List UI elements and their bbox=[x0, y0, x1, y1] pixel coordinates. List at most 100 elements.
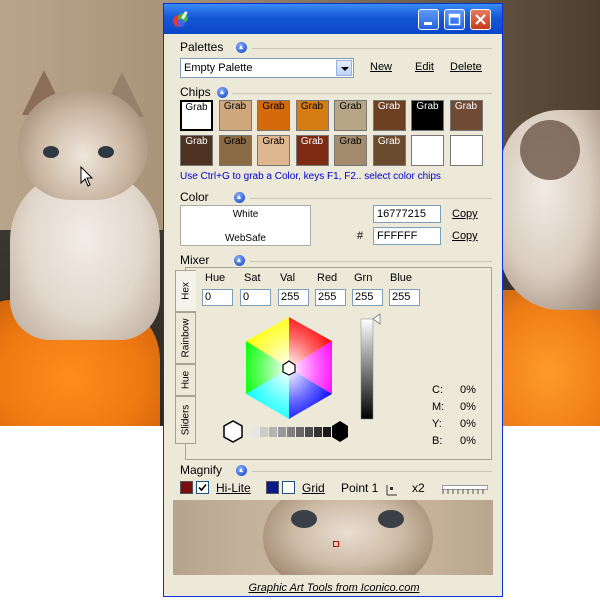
value-slider[interactable] bbox=[360, 318, 374, 420]
palette-select-value: Empty Palette bbox=[184, 62, 253, 74]
chip-grab-label: Grab bbox=[377, 136, 401, 147]
cat-right-patch bbox=[520, 120, 580, 180]
tab-hex[interactable]: Hex bbox=[175, 270, 196, 312]
color-chip[interactable]: Grab bbox=[257, 100, 290, 131]
color-chip[interactable]: Grab bbox=[180, 100, 213, 131]
tab-hue[interactable]: Hue bbox=[175, 364, 196, 396]
color-chip[interactable]: Grab bbox=[218, 135, 252, 166]
color-chip[interactable]: Grab bbox=[334, 135, 367, 166]
zoom-label: x2 bbox=[412, 481, 425, 495]
color-chip[interactable]: Grab bbox=[295, 100, 329, 131]
magnifier-view[interactable] bbox=[173, 500, 493, 575]
magnified-cat-eye bbox=[378, 510, 404, 528]
color-chip[interactable]: Grab bbox=[449, 100, 483, 131]
maximize-icon bbox=[448, 13, 461, 26]
hex-selection-marker[interactable] bbox=[282, 360, 296, 376]
checkmark-icon bbox=[198, 483, 207, 492]
color-name: White bbox=[232, 209, 259, 220]
color-chip[interactable]: Grab bbox=[295, 135, 329, 166]
chips-collapse-icon[interactable] bbox=[217, 87, 228, 98]
minimize-button[interactable] bbox=[418, 9, 439, 30]
hilite-checkbox[interactable] bbox=[196, 481, 209, 494]
val-input[interactable]: 255 bbox=[278, 289, 309, 306]
hex-color-picker[interactable] bbox=[209, 309, 389, 459]
sat-label: Sat bbox=[244, 272, 261, 284]
point-size-icon[interactable] bbox=[386, 482, 400, 496]
chip-grab-label: Grab bbox=[300, 101, 324, 112]
app-palette-icon bbox=[173, 11, 188, 27]
cmyk-m-label: M: bbox=[432, 401, 445, 413]
color-hex-field[interactable]: FFFFFF bbox=[373, 227, 441, 245]
copy-decimal-button[interactable]: Copy bbox=[452, 208, 478, 220]
maximize-button[interactable] bbox=[444, 9, 465, 30]
footer-link[interactable]: Graphic Art Tools from Iconico.com bbox=[174, 582, 494, 596]
grayscale-ramp[interactable] bbox=[251, 427, 331, 437]
grn-label: Grn bbox=[354, 272, 373, 284]
chip-grab-label: Grab bbox=[339, 101, 362, 112]
color-chip[interactable] bbox=[411, 135, 444, 166]
chips-hint: Use Ctrl+G to grab a Color, keys F1, F2.… bbox=[180, 171, 441, 182]
tab-sliders[interactable]: Sliders bbox=[175, 396, 196, 444]
mixer-label: Mixer bbox=[180, 253, 210, 267]
chip-grab-label: Grab bbox=[454, 101, 478, 112]
grid-color-swatch[interactable] bbox=[266, 481, 279, 494]
palette-select[interactable]: Empty Palette bbox=[180, 58, 354, 78]
close-button[interactable] bbox=[470, 9, 491, 30]
hilite-color-swatch[interactable] bbox=[180, 481, 193, 494]
red-input[interactable]: 255 bbox=[315, 289, 346, 306]
color-collapse-icon[interactable] bbox=[234, 192, 245, 203]
cmyk-c-value: 0% bbox=[460, 384, 476, 396]
palettes-collapse-icon[interactable] bbox=[236, 42, 247, 53]
close-icon bbox=[475, 14, 486, 25]
hue-label: Hue bbox=[205, 272, 226, 284]
color-chip[interactable]: Grab bbox=[257, 135, 290, 166]
edit-palette-button[interactable]: Edit bbox=[415, 61, 434, 73]
white-hex-swatch[interactable] bbox=[223, 420, 243, 443]
color-preview-swatch: White WebSafe bbox=[180, 205, 311, 246]
color-chip[interactable] bbox=[449, 135, 483, 166]
delete-palette-button[interactable]: Delete bbox=[450, 61, 482, 73]
grn-input[interactable]: 255 bbox=[352, 289, 383, 306]
mixer-frame bbox=[250, 261, 492, 262]
value-slider-handle[interactable] bbox=[372, 313, 381, 325]
red-label: Red bbox=[317, 272, 338, 284]
mixer-collapse-icon[interactable] bbox=[234, 255, 245, 266]
blue-input[interactable]: 255 bbox=[389, 289, 420, 306]
chip-grab-label: Grab bbox=[262, 136, 285, 147]
copy-hex-button[interactable]: Copy bbox=[452, 230, 478, 242]
color-chip[interactable]: Grab bbox=[180, 135, 213, 166]
chip-grab-label: Grab bbox=[339, 136, 362, 147]
orange-rug-right bbox=[500, 290, 600, 426]
chevron-down-icon[interactable] bbox=[336, 60, 352, 76]
color-label: Color bbox=[180, 190, 209, 204]
magnifier-hilite-marker bbox=[333, 541, 339, 547]
new-palette-button[interactable]: New bbox=[370, 61, 392, 73]
point-label: Point 1 bbox=[341, 481, 379, 495]
color-chip[interactable]: Grab bbox=[372, 135, 406, 166]
sat-input[interactable]: 0 bbox=[240, 289, 271, 306]
color-decimal-field[interactable]: 16777215 bbox=[373, 205, 441, 223]
magnify-label: Magnify bbox=[180, 463, 223, 477]
cmyk-b-label: B: bbox=[432, 435, 443, 447]
color-chip[interactable]: Grab bbox=[411, 100, 444, 131]
hue-input[interactable]: 0 bbox=[202, 289, 233, 306]
cmyk-y-label: Y: bbox=[432, 418, 442, 430]
val-label: Val bbox=[280, 272, 296, 284]
color-frame bbox=[250, 198, 492, 199]
grid-checkbox[interactable] bbox=[282, 481, 295, 494]
chip-grab-label: Grab bbox=[223, 101, 247, 112]
black-hex-swatch[interactable] bbox=[332, 421, 348, 442]
palettes-label: Palettes bbox=[180, 40, 224, 54]
magnify-collapse-icon[interactable] bbox=[236, 465, 247, 476]
chip-grab-label: Grab bbox=[185, 102, 208, 113]
color-chip[interactable]: Grab bbox=[218, 100, 252, 131]
color-chip[interactable]: Grab bbox=[372, 100, 406, 131]
tab-rainbow[interactable]: Rainbow bbox=[175, 312, 196, 364]
cat-eye bbox=[43, 146, 59, 158]
magnified-cat-eye bbox=[291, 510, 317, 528]
cmyk-c-label: C: bbox=[432, 384, 443, 396]
chip-grab-label: Grab bbox=[223, 136, 247, 147]
chips-label: Chips bbox=[180, 85, 211, 99]
title-bar[interactable] bbox=[164, 4, 502, 34]
color-chip[interactable]: Grab bbox=[334, 100, 367, 131]
